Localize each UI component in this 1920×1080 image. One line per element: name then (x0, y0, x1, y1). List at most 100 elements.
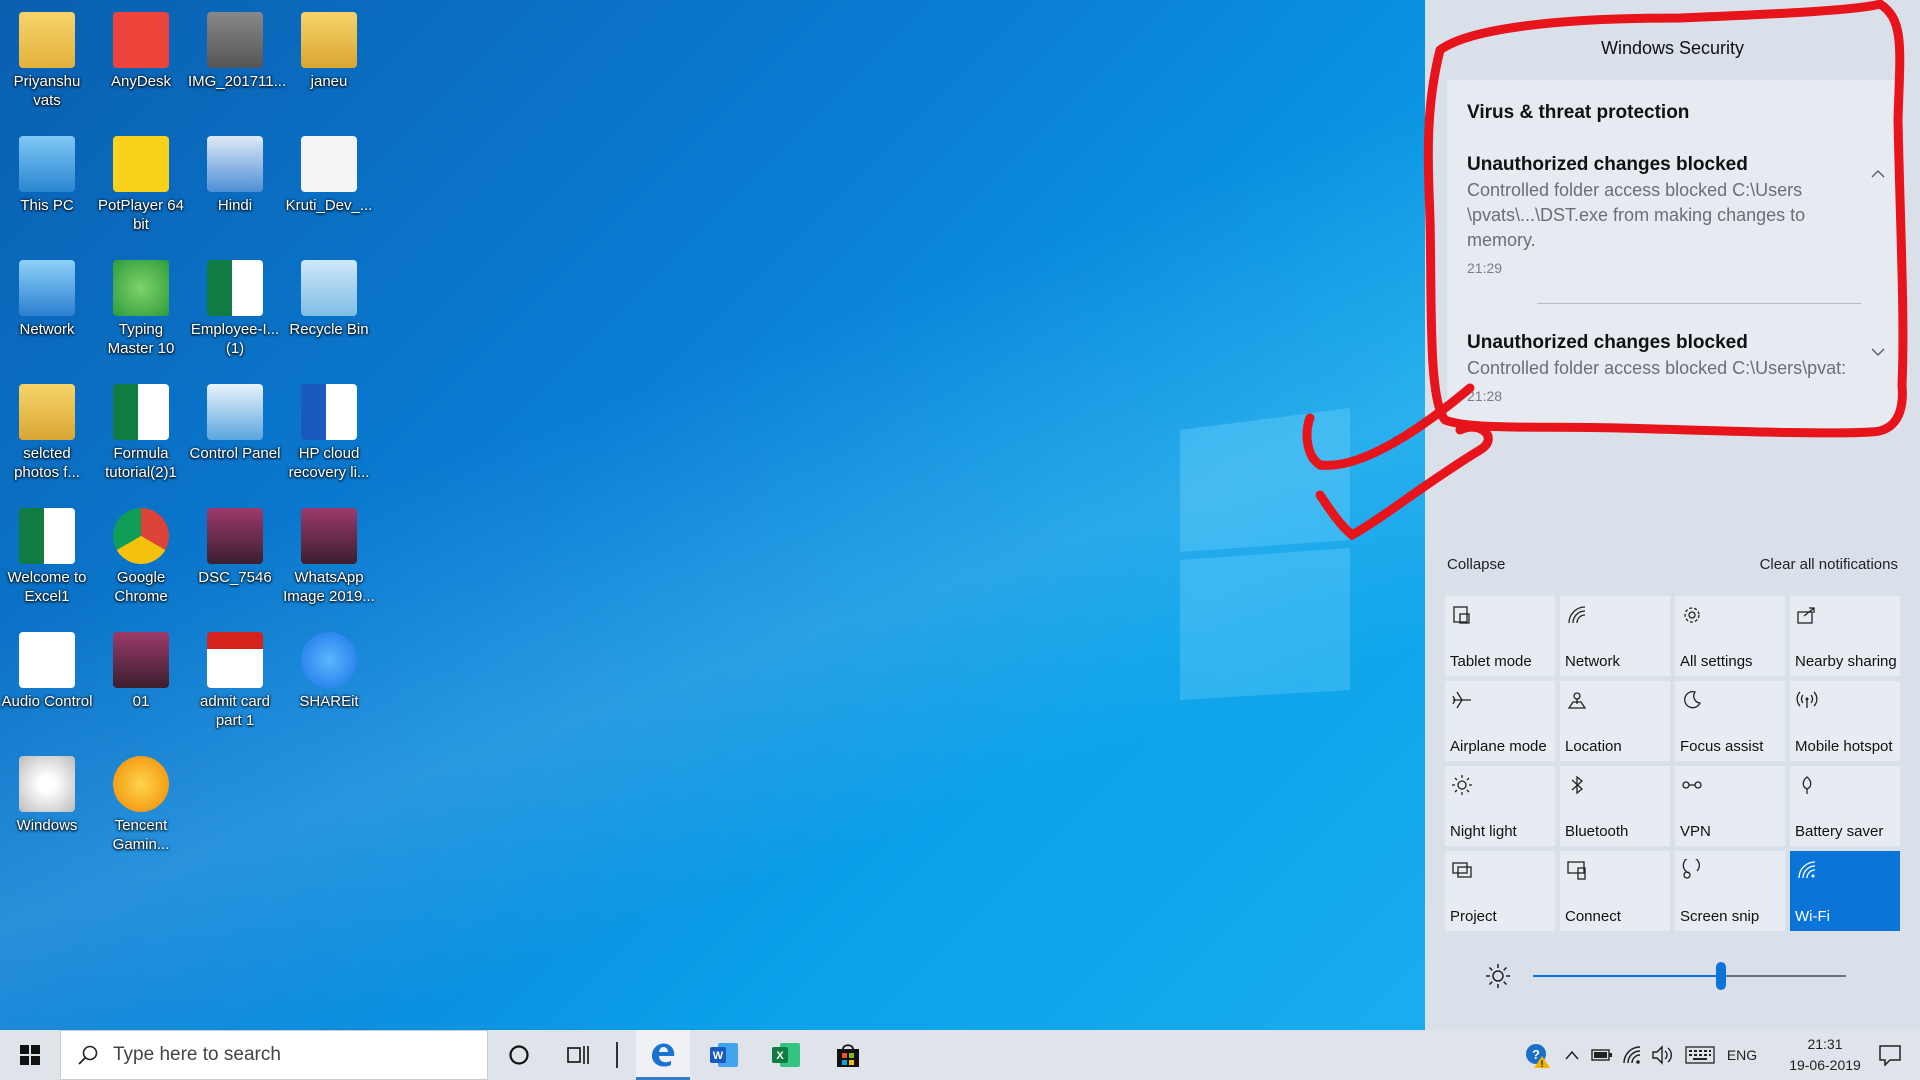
quick-action-focus-assist[interactable]: Focus assist (1675, 681, 1785, 761)
quick-action-project[interactable]: Project (1445, 851, 1555, 931)
notification-title[interactable]: Unauthorized changes blocked (1467, 154, 1748, 176)
desktop-icon[interactable]: PotPlayer 64 bit (94, 128, 188, 246)
quick-action-label: Focus assist (1680, 738, 1764, 755)
desktop-icon-label: PotPlayer 64 bit (98, 197, 184, 233)
quick-action-location[interactable]: Location (1560, 681, 1670, 761)
desktop-icon[interactable]: SHAREit (282, 624, 376, 742)
battery-tray-button[interactable] (1588, 1030, 1616, 1080)
notification-body-line: Controlled folder access blocked C:\User… (1467, 358, 1847, 378)
desktop-icon[interactable]: Formula tutorial(2)1 (94, 376, 188, 494)
quick-action-airplane-mode[interactable]: Airplane mode (1445, 681, 1555, 761)
desktop-icon-label: IMG_201711... (188, 73, 287, 90)
quick-action-vpn[interactable]: VPN (1675, 766, 1785, 846)
chevron-up-icon[interactable] (1870, 166, 1886, 182)
shareit-icon (301, 632, 357, 688)
desktop-icon-label: selcted photos f... (14, 445, 80, 481)
desktop-icon-label: Welcome to Excel1 (7, 569, 87, 605)
action-center-button[interactable] (1866, 1030, 1914, 1080)
desktop-icon[interactable]: Audio Control (0, 624, 94, 742)
taskbar-store-button[interactable] (821, 1030, 875, 1080)
notification-body-line: memory. (1467, 230, 1536, 250)
taskbar-edge-button[interactable] (636, 1030, 690, 1080)
desktop-icon[interactable]: Typing Master 10 (94, 252, 188, 370)
taskbar-clock[interactable]: 21:31 19-06-2019 (1780, 1034, 1870, 1076)
desktop-icon[interactable]: Kruti_Dev_... (282, 128, 376, 246)
start-button[interactable] (0, 1030, 60, 1080)
quick-action-bluetooth[interactable]: Bluetooth (1560, 766, 1670, 846)
notification-card[interactable]: Virus & threat protection Unauthorized c… (1447, 80, 1900, 428)
desktop-icon[interactable]: janeu (282, 4, 376, 122)
desktop-icon[interactable]: Tencent Gamin... (94, 748, 188, 866)
brightness-slider[interactable] (1533, 962, 1846, 990)
quick-action-battery-saver[interactable]: Battery saver (1790, 766, 1900, 846)
show-hidden-icons-button[interactable] (1558, 1030, 1586, 1080)
desktop-icon[interactable]: DSC_7546 (188, 500, 282, 618)
collapse-link[interactable]: Collapse (1447, 556, 1505, 573)
control-panel-icon (207, 384, 263, 440)
desktop-icon[interactable]: admit card part 1 (188, 624, 282, 742)
desktop-icon-label: DSC_7546 (198, 569, 272, 586)
quick-action-nearby-sharing[interactable]: Nearby sharing (1790, 596, 1900, 676)
notification-title[interactable]: Unauthorized changes blocked (1467, 332, 1748, 354)
desktop-icon[interactable]: selcted photos f... (0, 376, 94, 494)
taskbar-word-button[interactable]: W (697, 1030, 751, 1080)
taskbar-excel-button[interactable]: X (759, 1030, 813, 1080)
desktop-icon[interactable]: Network (0, 252, 94, 370)
task-view-button[interactable] (550, 1030, 608, 1080)
taskbar-search-box[interactable]: Type here to search (60, 1030, 488, 1080)
excel-file-icon (19, 508, 75, 564)
quick-action-label: Project (1450, 908, 1497, 925)
desktop-icon[interactable]: This PC (0, 128, 94, 246)
quick-action-network[interactable]: Network (1560, 596, 1670, 676)
chevron-down-icon[interactable] (1870, 344, 1886, 360)
cortana-button[interactable] (490, 1030, 548, 1080)
desktop-icon-label: Windows (16, 817, 78, 834)
desktop-icon-label: admit card part 1 (199, 693, 271, 729)
desktop-icon[interactable]: Hindi (188, 128, 282, 246)
desktop-icon[interactable]: IMG_201711... (188, 4, 287, 122)
desktop-icon[interactable]: WhatsApp Image 2019... (282, 500, 376, 618)
desktop-icon[interactable]: Google Chrome (94, 500, 188, 618)
windows-security-tray-button[interactable]: ? ! (1522, 1030, 1552, 1080)
quick-action-tablet-mode[interactable]: Tablet mode (1445, 596, 1555, 676)
desktop-icon[interactable]: Recycle Bin (282, 252, 376, 370)
network-signal-icon (1568, 606, 1586, 624)
wifi-tray-button[interactable] (1618, 1030, 1646, 1080)
photo-icon (301, 508, 357, 564)
desktop-icon[interactable]: Welcome to Excel1 (0, 500, 94, 618)
quick-action-connect[interactable]: Connect (1560, 851, 1670, 931)
battery-icon (1591, 1049, 1612, 1061)
input-language-button[interactable]: ENG (1722, 1030, 1762, 1080)
desktop-icon-label: Network (19, 321, 75, 338)
font-file-icon (301, 136, 357, 192)
quick-action-mobile-hotspot[interactable]: Mobile hotspot (1790, 681, 1900, 761)
brightness-slider-thumb[interactable] (1715, 962, 1726, 990)
desktop-icon-label: WhatsApp Image 2019... (283, 569, 375, 605)
volume-tray-button[interactable] (1648, 1030, 1676, 1080)
quick-action-all-settings[interactable]: All settings (1675, 596, 1785, 676)
quick-action-night-light[interactable]: Night light (1445, 766, 1555, 846)
desktop-icon-label: Formula tutorial(2)1 (105, 445, 177, 481)
desktop-icon-label: Priyanshu vats (13, 73, 81, 109)
desktop-icon[interactable]: Control Panel (188, 376, 282, 494)
desktop-icon[interactable]: 01 (94, 624, 188, 742)
network-icon (19, 260, 75, 316)
quick-action-wi-fi[interactable]: Wi-Fi (1790, 851, 1900, 931)
quick-action-screen-snip[interactable]: Screen snip (1675, 851, 1785, 931)
windows-start-icon (20, 1045, 40, 1065)
clear-all-notifications-link[interactable]: Clear all notifications (1760, 556, 1898, 573)
connect-icon (1567, 861, 1586, 880)
typing-master-icon (113, 260, 169, 316)
desktop-icon[interactable]: AnyDesk (94, 4, 188, 122)
desktop-icon[interactable]: Priyanshu vats (0, 4, 94, 122)
desktop-icon[interactable]: HP cloud recovery li... (282, 376, 376, 494)
clock-time: 21:31 (1807, 1036, 1843, 1052)
desktop-icon[interactable]: Employee-I... (1) (188, 252, 282, 370)
action-center: Windows Security Virus & threat protecti… (1425, 0, 1920, 1030)
notification-divider (1537, 303, 1861, 304)
desktop-icon[interactable]: Windows (0, 748, 94, 866)
computer-icon (19, 136, 75, 192)
touch-keyboard-button[interactable] (1682, 1030, 1718, 1080)
quick-action-label: Mobile hotspot (1795, 738, 1893, 755)
desktop-icon-label: Typing Master 10 (107, 321, 175, 357)
